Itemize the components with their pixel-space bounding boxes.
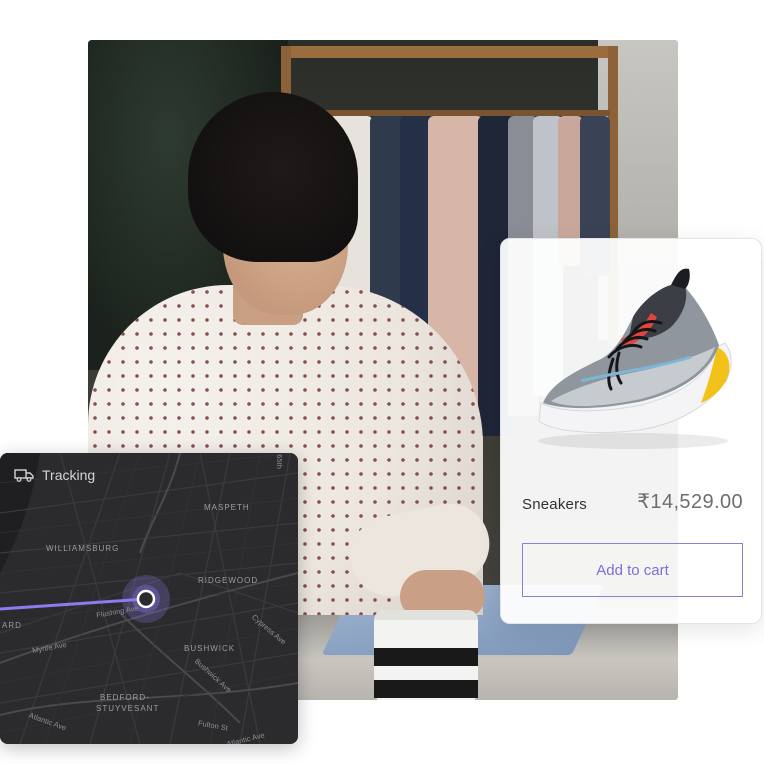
map-partial-label: ARD [2,621,22,630]
map-street-label: 65th [274,454,284,469]
map-neighborhood-label: STUYVESANT [96,704,160,713]
sneaker-image [538,268,732,449]
map-neighborhood-label: BEDFORD- [100,693,150,702]
product-card: Sneakers ₹14,529.00 Add to cart [500,238,762,624]
add-to-cart-button[interactable]: Add to cart [522,543,743,597]
tracking-title: Tracking [42,467,96,483]
product-name: Sneakers [522,496,587,513]
clothing-rack-top [283,46,613,58]
map-neighborhood-label: WILLIAMSBURG [46,544,120,553]
map-neighborhood-label: MASPETH [204,503,250,512]
tracking-header: Tracking [14,467,95,483]
product-price: ₹14,529.00 [637,491,743,513]
map-neighborhood-label: RIDGEWOOD [198,576,259,585]
coffee-mug [374,610,478,700]
truck-icon [14,469,34,482]
map-neighborhood-label: BUSHWICK [184,644,236,653]
person-hair [188,92,358,262]
tracking-map-card: Tracking MASPETH WILLIAMSBURG RIDGEWOOD … [0,453,298,744]
